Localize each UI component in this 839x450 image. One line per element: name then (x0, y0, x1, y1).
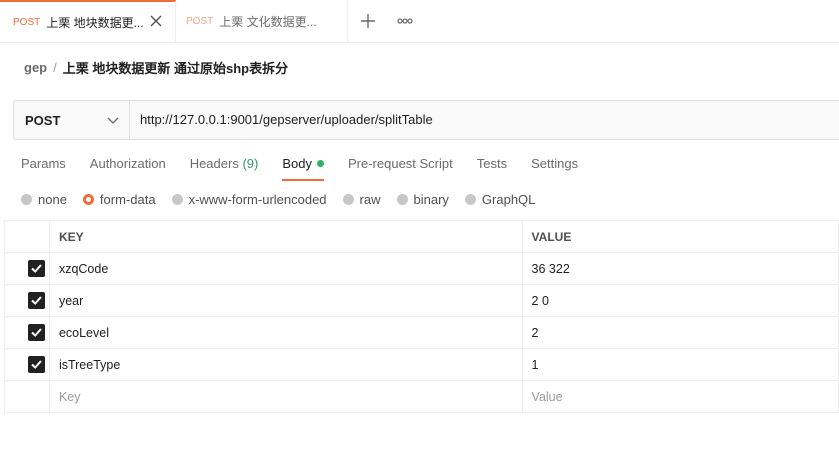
tab-body[interactable]: Body (282, 156, 324, 181)
method-label: POST (25, 112, 61, 128)
tab-label: Tests (476, 156, 508, 171)
new-key-input[interactable]: Key (48, 380, 523, 413)
option-label: x-www-form-urlencoded (188, 192, 327, 207)
table-row: xzqCode 36 322 (4, 252, 839, 285)
request-tabs: Params Authorization Headers (9) Body Pr… (21, 156, 602, 181)
check-icon (31, 328, 42, 337)
url-bar: POST http://127.0.0.1:9001/gepserver/upl… (13, 100, 839, 140)
radio-icon (396, 194, 408, 205)
param-value[interactable]: 2 0 (521, 284, 839, 317)
request-tab[interactable]: POST 上栗 文化数据更... (176, 0, 348, 42)
method-select[interactable]: POST (14, 101, 130, 139)
check-icon (31, 296, 42, 305)
tab-headers[interactable]: Headers (9) (190, 156, 259, 180)
plus-icon[interactable] (360, 13, 376, 29)
body-type-binary[interactable]: binary (396, 192, 449, 207)
param-key[interactable]: year (48, 284, 523, 317)
check-icon (31, 360, 42, 369)
check-icon (31, 264, 42, 273)
tab-params[interactable]: Params (21, 156, 66, 180)
body-type-none[interactable]: none (21, 192, 67, 207)
tab-authorization[interactable]: Authorization (90, 156, 166, 180)
option-label: form-data (99, 192, 156, 207)
empty-checkbox-cell (4, 380, 50, 413)
tab-label: Pre-request Script (347, 156, 453, 171)
tab-pre-request-script[interactable]: Pre-request Script (348, 156, 453, 180)
breadcrumb-collection[interactable]: gep (24, 60, 47, 75)
new-value-input[interactable]: Value (521, 380, 839, 413)
tab-method-label: POST (13, 16, 41, 28)
status-dot-icon (316, 160, 324, 167)
close-icon[interactable] (149, 14, 163, 28)
tab-title: 上栗 地块数据更... (46, 15, 144, 30)
tab-tests[interactable]: Tests (477, 156, 507, 180)
tab-label: Settings (531, 156, 579, 171)
param-value[interactable]: 2 (521, 316, 839, 349)
radio-icon (342, 194, 354, 205)
tab-method-label: POST (186, 15, 214, 27)
key-column-header: KEY (48, 220, 523, 253)
body-type-options: none form-data x-www-form-urlencoded raw… (21, 192, 551, 207)
breadcrumb: gep / 上栗 地块数据更新 通过原始shp表拆分 (24, 58, 288, 77)
radio-icon (171, 194, 183, 205)
url-input[interactable]: http://127.0.0.1:9001/gepserver/uploader… (140, 112, 433, 127)
param-value[interactable]: 1 (521, 348, 839, 381)
tab-label: Body (282, 156, 312, 171)
table-row: year 2 0 (4, 284, 839, 317)
tab-title: 上栗 文化数据更... (219, 14, 317, 29)
breadcrumb-separator: / (53, 60, 57, 75)
table-row: isTreeType 1 (4, 348, 839, 381)
table-row-empty: Key Value (4, 380, 839, 413)
body-type-urlencoded[interactable]: x-www-form-urlencoded (171, 192, 327, 207)
params-table: KEY VALUE xzqCode 36 322 year 2 0 ecoLev… (4, 220, 839, 413)
radio-checked-icon (82, 194, 94, 205)
param-key[interactable]: xzqCode (48, 252, 523, 285)
more-icon[interactable] (397, 13, 413, 29)
param-key[interactable]: isTreeType (48, 348, 523, 381)
body-type-form-data[interactable]: form-data (82, 192, 156, 207)
headers-count: (9) (242, 156, 259, 171)
tab-label: Params (21, 156, 66, 171)
tab-bar: POST 上栗 地块数据更... POST 上栗 文化数据更... (0, 0, 839, 43)
row-checkbox[interactable] (28, 292, 45, 309)
param-value[interactable]: 36 322 (521, 252, 839, 285)
radio-icon (464, 194, 476, 205)
request-tab-active[interactable]: POST 上栗 地块数据更... (0, 0, 176, 42)
option-label: none (38, 192, 67, 207)
chevron-down-icon (107, 117, 119, 124)
tab-label: Authorization (89, 156, 166, 171)
row-checkbox[interactable] (28, 260, 45, 277)
checkbox-column-header (4, 220, 50, 253)
body-type-graphql[interactable]: GraphQL (464, 192, 536, 207)
row-checkbox[interactable] (28, 324, 45, 341)
table-row: ecoLevel 2 (4, 316, 839, 349)
option-label: binary (413, 192, 449, 207)
body-type-raw[interactable]: raw (342, 192, 381, 207)
param-key[interactable]: ecoLevel (48, 316, 523, 349)
table-header-row: KEY VALUE (4, 220, 839, 253)
value-column-header: VALUE (521, 220, 839, 253)
tab-settings[interactable]: Settings (531, 156, 578, 180)
request-name[interactable]: 上栗 地块数据更新 通过原始shp表拆分 (63, 58, 288, 77)
radio-icon (21, 194, 32, 205)
row-checkbox[interactable] (28, 356, 45, 373)
option-label: GraphQL (481, 192, 536, 207)
tab-label: Headers (189, 156, 239, 171)
option-label: raw (359, 192, 381, 207)
